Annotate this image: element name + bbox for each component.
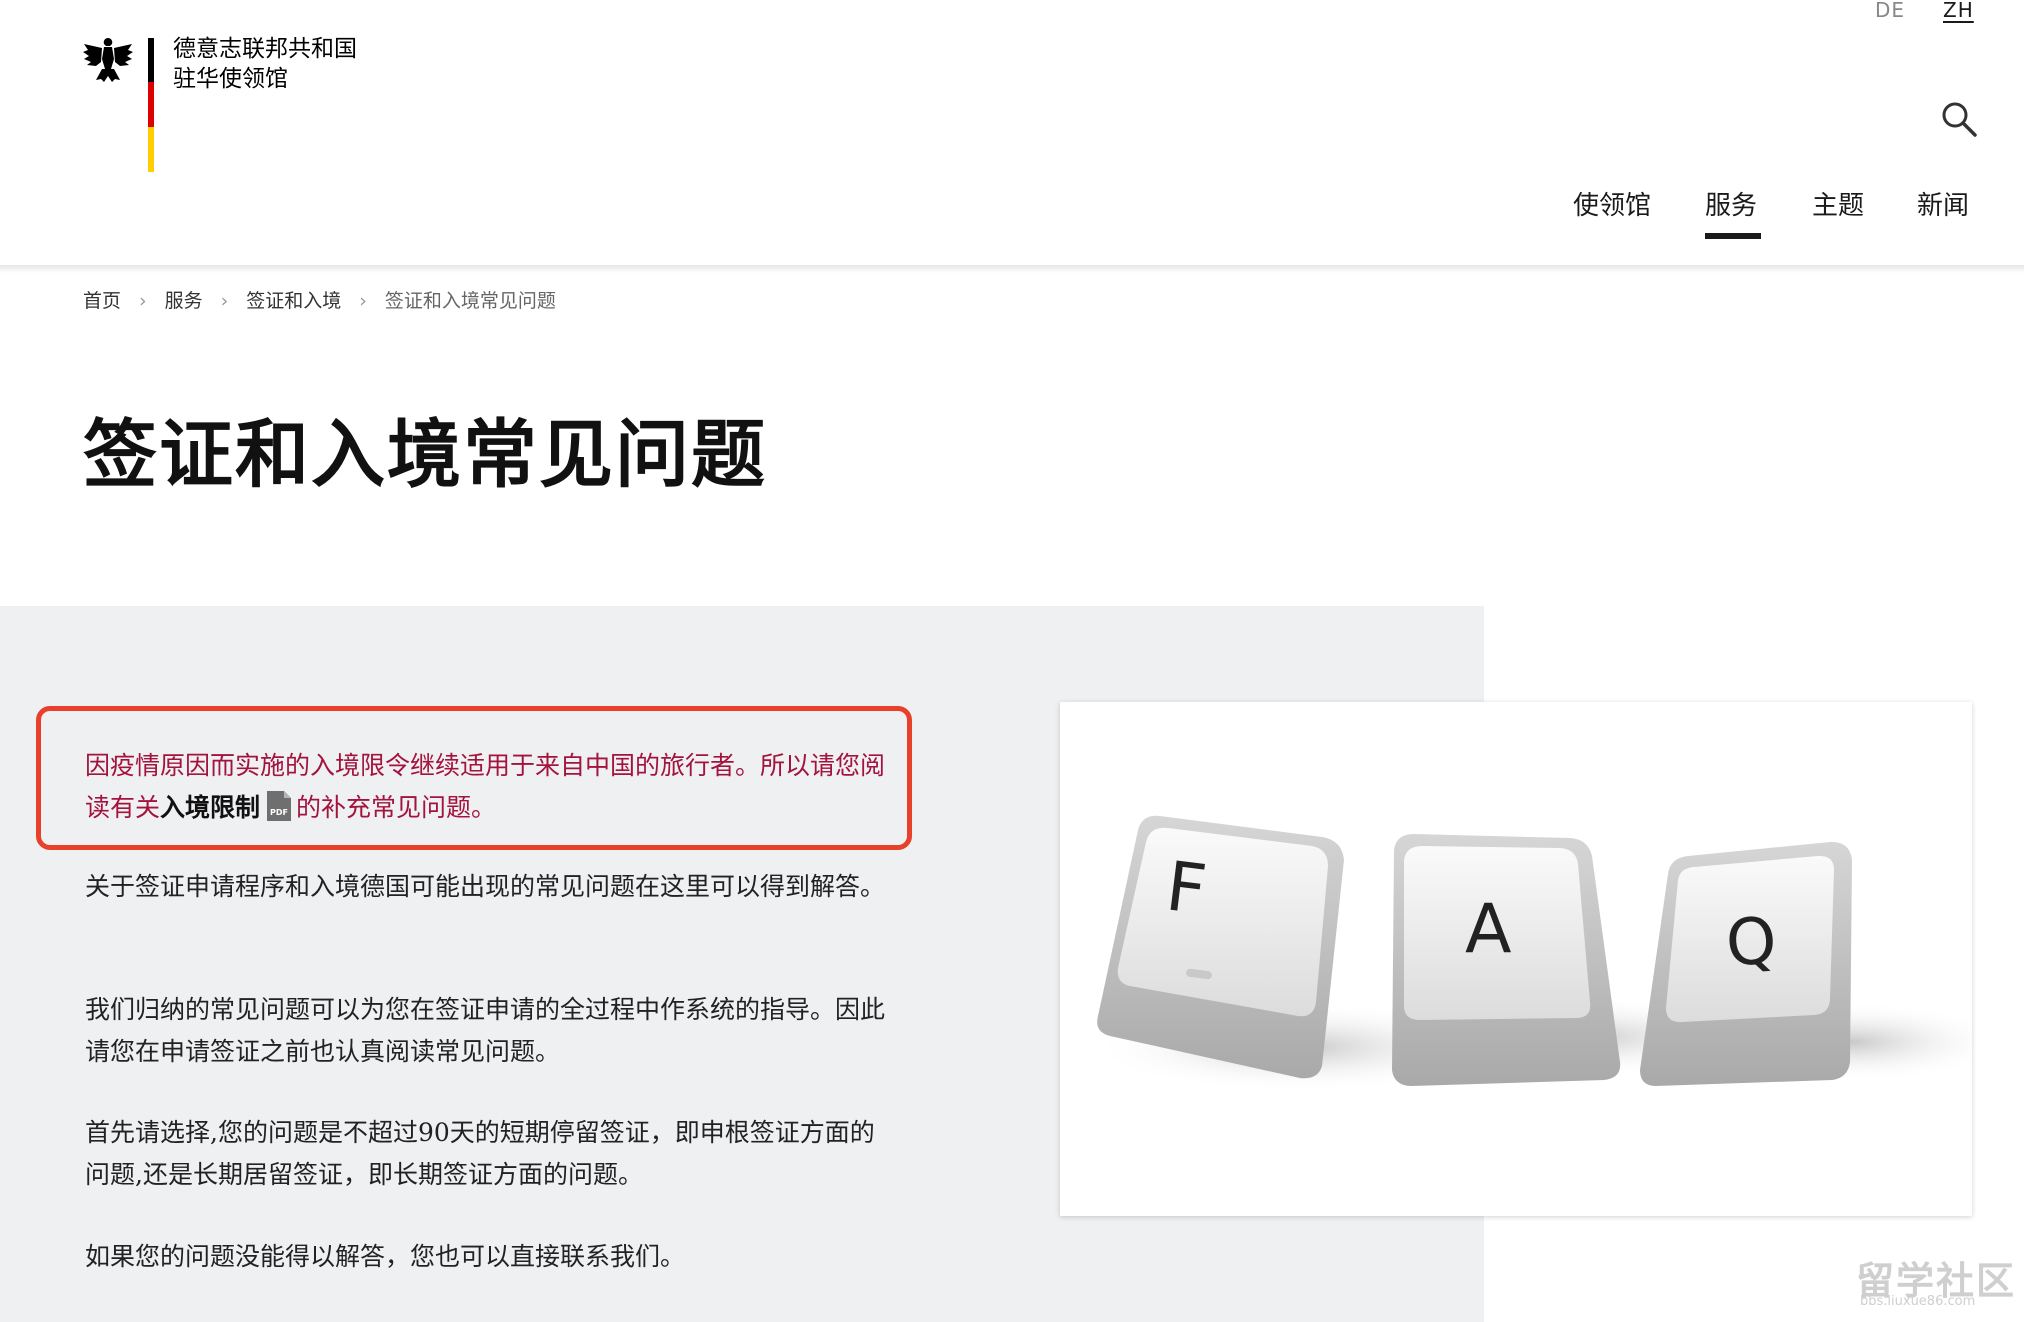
language-zh-link[interactable]: ZH (1943, 0, 1974, 22)
chevron-right-icon: › (220, 290, 229, 312)
entry-restriction-notice: 因疫情原因而实施的入境限令继续适用于来自中国的旅行者。所以请您阅读有关入境限制 … (85, 745, 885, 829)
pdf-icon-label: PDF (270, 808, 288, 817)
federal-eagle-icon (83, 38, 133, 82)
breadcrumb-home[interactable]: 首页 (83, 286, 121, 313)
faq-keyboard-image: F A Q (1060, 702, 1972, 1216)
intro-paragraph-3: 首先请选择,您的问题是不超过90天的短期停留签证，即申根签证方面的问题,还是长期… (85, 1118, 875, 1189)
nav-item-missions[interactable]: 使领馆 (1573, 185, 1651, 222)
site-logo-text[interactable]: 德意志联邦共和国 驻华使领馆 (173, 34, 357, 94)
intro-paragraph-2: 我们归纳的常见问题可以为您在签证申请的全过程中作系统的指导。因此请您在申请签证之… (85, 995, 886, 1066)
chevron-right-icon: › (139, 290, 147, 312)
header-divider (0, 265, 2024, 273)
chevron-right-icon: › (359, 290, 367, 312)
breadcrumb: 首页 › 服务 › 签证和入境 › 签证和入境常见问题 (83, 286, 556, 313)
breadcrumb-visa-entry[interactable]: 签证和入境 (246, 286, 341, 313)
breadcrumb-current: 签证和入境常见问题 (384, 290, 556, 312)
nav-item-news[interactable]: 新闻 (1917, 185, 1969, 222)
search-icon[interactable] (1940, 100, 1978, 138)
nav-item-services[interactable]: 服务 (1705, 185, 1757, 222)
site-watermark: 留学社区 bbs.liuxue86.com (1856, 1250, 2016, 1310)
breadcrumb-services[interactable]: 服务 (165, 286, 203, 313)
logo-line-1: 德意志联邦共和国 (173, 36, 357, 62)
logo-line-2: 驻华使领馆 (173, 66, 288, 92)
intro-paragraph-4: 如果您的问题没能得以解答，您也可以直接联系我们。 (85, 1242, 686, 1271)
language-de-link[interactable]: DE (1875, 0, 1905, 22)
key-q-label: Q (1724, 904, 1779, 981)
pdf-file-icon[interactable]: PDF (266, 790, 292, 822)
notice-text-end: 的补充常见问题。 (296, 793, 497, 822)
page-title: 签证和入境常见问题 (83, 412, 767, 498)
entry-restrictions-link[interactable]: 入境限制 (160, 793, 260, 822)
german-flag-bar (148, 38, 154, 172)
watermark-url: bbs.liuxue86.com (1860, 1294, 1976, 1309)
active-nav-indicator (1705, 233, 1761, 239)
nav-item-topics[interactable]: 主题 (1812, 185, 1864, 222)
intro-paragraph-1: 关于签证申请程序和入境德国可能出现的常见问题在这里可以得到解答。 (85, 872, 886, 901)
site-header: 德意志联邦共和国 驻华使领馆 DE ZH 使领馆 服务 主题 新闻 (0, 0, 2024, 265)
key-a-label: A (1465, 890, 1512, 969)
